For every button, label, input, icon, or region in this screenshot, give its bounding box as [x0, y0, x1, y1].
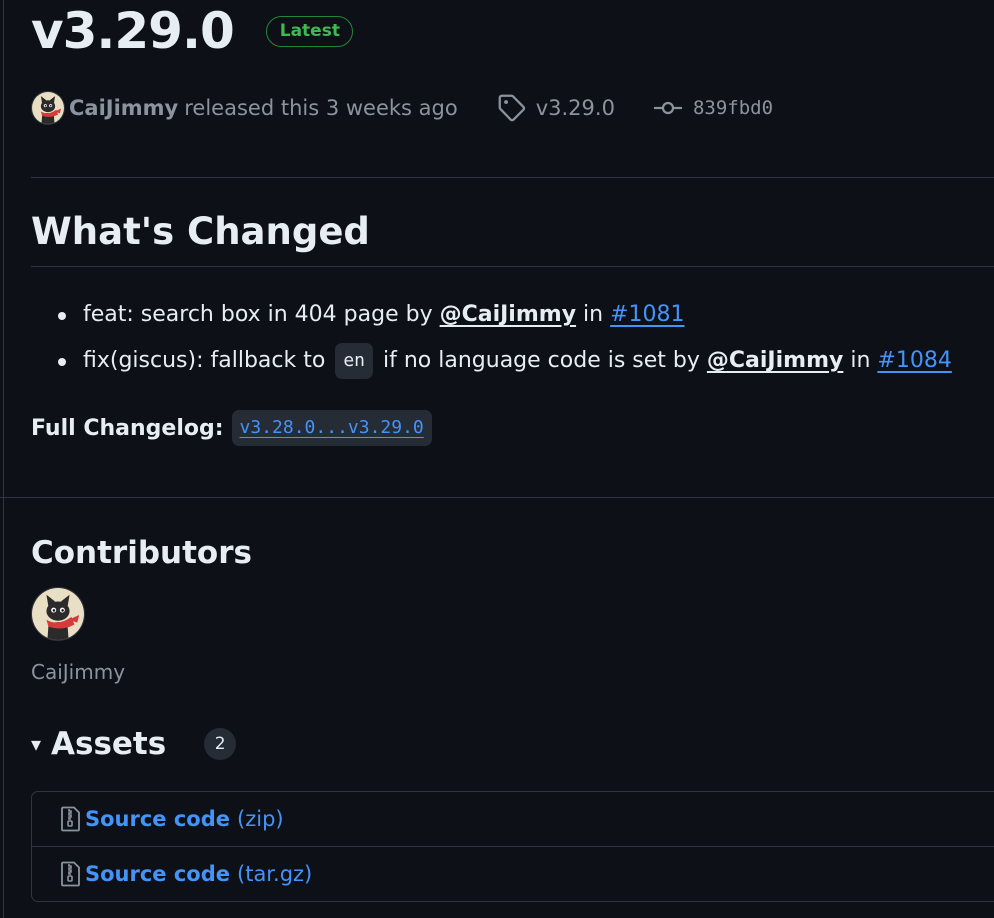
tag-link[interactable]: v3.29.0 — [536, 96, 615, 120]
notes-heading: What's Changed — [31, 210, 370, 253]
change-text: feat: search box in 404 page by — [83, 302, 433, 327]
divider — [31, 266, 994, 267]
assets-count-badge: 2 — [204, 728, 237, 760]
divider — [31, 177, 994, 178]
tag-icon — [498, 94, 526, 122]
release-date: released this 3 weeks ago — [184, 96, 458, 120]
section-divider — [0, 497, 994, 498]
asset-link[interactable]: Source code — [85, 807, 230, 831]
file-zip-icon — [60, 806, 82, 832]
change-in: in — [583, 302, 604, 327]
list-item: feat: search box in 404 page by @CaiJimm… — [31, 292, 952, 338]
triangle-down-icon: ▾ — [31, 732, 42, 756]
changelog-link[interactable]: v3.28.0...v3.29.0 — [240, 417, 424, 438]
release-header: v3.29.0 Latest — [31, 0, 353, 62]
pr-link[interactable]: #1081 — [610, 302, 684, 327]
changes-list: feat: search box in 404 page by @CaiJimm… — [31, 292, 952, 384]
asset-item[interactable]: Source code (zip) — [32, 792, 994, 846]
contributors-heading: Contributors — [31, 535, 252, 571]
release-meta: CaiJimmy released this 3 weeks ago v3.29… — [31, 90, 773, 126]
user-mention[interactable]: @CaiJimmy — [707, 348, 843, 373]
file-zip-icon — [60, 861, 82, 887]
asset-item[interactable]: Source code (tar.gz) — [32, 846, 994, 901]
assets-list: Source code (zip) Source code (tar.gz) — [31, 791, 994, 902]
author-avatar[interactable] — [31, 91, 65, 125]
asset-ext[interactable]: (tar.gz) — [237, 862, 312, 886]
commit-link[interactable]: 839fbd0 — [693, 97, 773, 119]
git-commit-icon — [653, 98, 683, 118]
asset-link[interactable]: Source code — [85, 862, 230, 886]
pr-link[interactable]: #1084 — [877, 348, 951, 373]
list-item: fix(giscus): fallback to en if no langua… — [31, 338, 952, 384]
full-changelog: Full Changelog: v3.28.0...v3.29.0 — [31, 410, 432, 446]
assets-toggle[interactable]: ▾ Assets 2 — [31, 722, 237, 766]
contributor-avatar[interactable] — [31, 587, 85, 641]
assets-heading: Assets — [51, 726, 167, 762]
changelog-code: v3.28.0...v3.29.0 — [231, 410, 432, 446]
changelog-label: Full Changelog: — [31, 415, 224, 441]
user-mention[interactable]: @CaiJimmy — [440, 302, 576, 327]
change-text: if no language code is set by — [383, 348, 700, 373]
change-in: in — [850, 348, 871, 373]
author-link[interactable]: CaiJimmy — [69, 96, 178, 120]
contributor-name[interactable]: CaiJimmy — [31, 658, 125, 686]
release-title[interactable]: v3.29.0 — [31, 6, 235, 56]
left-border — [3, 0, 4, 918]
inline-code: en — [335, 343, 373, 379]
asset-ext[interactable]: (zip) — [237, 807, 284, 831]
change-text: fix(giscus): fallback to — [83, 348, 326, 373]
latest-badge: Latest — [265, 15, 353, 47]
